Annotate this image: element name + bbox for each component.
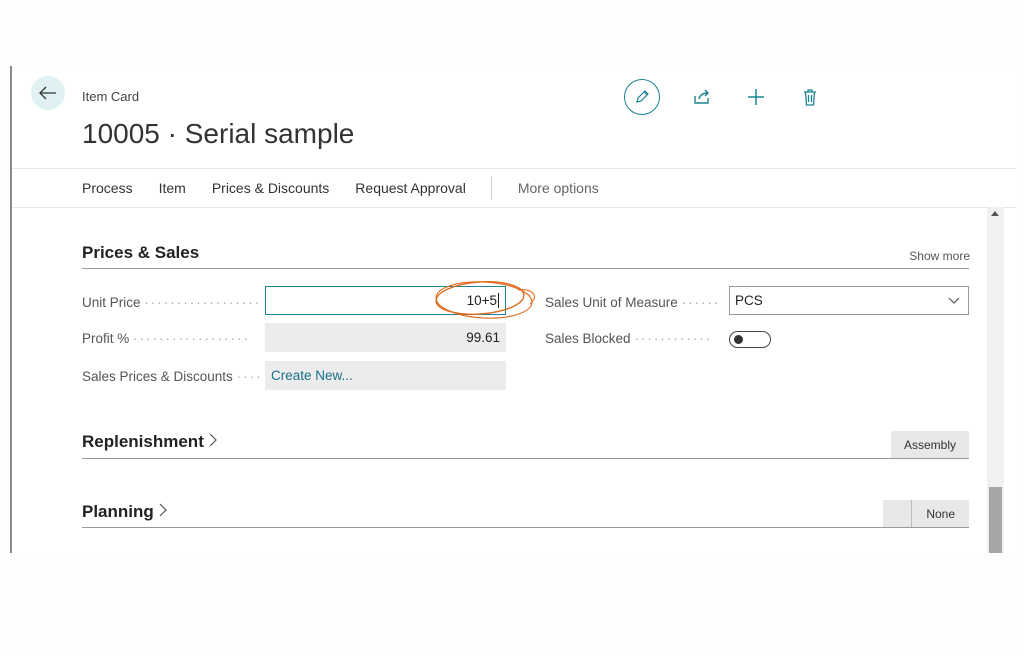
page-caption: Item Card (82, 89, 140, 104)
edit-button[interactable] (624, 79, 660, 115)
unit-price-label: Unit Price ·················· (82, 295, 260, 310)
action-toolbar: Process Item Prices & Discounts Request … (12, 168, 1016, 208)
profit-label: Profit % ·················· (82, 331, 250, 346)
replenishment-summary[interactable]: Assembly (891, 431, 969, 458)
profit-value: 99.61 (466, 330, 500, 345)
toggle-knob (734, 335, 743, 344)
section-title-prices-sales[interactable]: Prices & Sales (82, 243, 199, 263)
item-card-page: Item Card 10005 · Serial sample Process (10, 66, 1016, 553)
section-divider (82, 527, 969, 528)
section-title-replenishment[interactable]: Replenishment (82, 432, 217, 452)
summary-divider (911, 500, 912, 527)
sales-uom-label: Sales Unit of Measure ······ (545, 295, 721, 310)
scrollbar-thumb[interactable] (989, 487, 1002, 553)
menu-item[interactable]: Item (146, 180, 199, 196)
scrollbar[interactable] (987, 207, 1004, 553)
planning-summary[interactable]: None (883, 500, 969, 527)
sales-blocked-toggle[interactable] (729, 331, 771, 348)
scroll-up-arrow-icon[interactable] (991, 211, 999, 216)
create-new-link[interactable]: Create New... (265, 361, 506, 390)
section-title-planning[interactable]: Planning (82, 502, 167, 522)
create-new-text: Create New... (271, 368, 353, 383)
sales-blocked-label: Sales Blocked ············ (545, 331, 713, 346)
pencil-icon (636, 90, 649, 103)
chevron-right-icon (209, 433, 217, 447)
page-title: 10005 · Serial sample (82, 118, 355, 149)
chevron-down-icon (948, 297, 960, 304)
section-divider (82, 458, 969, 459)
back-button[interactable] (31, 76, 65, 110)
new-button[interactable] (744, 85, 768, 109)
share-button[interactable] (690, 85, 714, 109)
chevron-right-icon (159, 503, 167, 517)
planning-value: None (926, 506, 955, 521)
menu-request-approval[interactable]: Request Approval (342, 180, 479, 196)
sales-uom-value: PCS (735, 293, 763, 308)
plus-icon (748, 89, 764, 105)
profit-field: 99.61 (265, 323, 506, 352)
section-divider (82, 268, 969, 269)
sales-uom-select[interactable]: PCS (729, 286, 969, 315)
sales-prices-discounts-label: Sales Prices & Discounts ···· (82, 369, 260, 384)
arrow-left-icon (39, 86, 56, 100)
action-bar (624, 78, 822, 116)
more-options-button[interactable]: More options (504, 180, 612, 196)
share-icon (694, 89, 709, 104)
menu-process[interactable]: Process (12, 180, 146, 196)
annotation-circle (435, 281, 535, 319)
menu-prices-discounts[interactable]: Prices & Discounts (199, 180, 342, 196)
show-more-link[interactable]: Show more (909, 249, 970, 263)
toolbar-divider (490, 176, 492, 200)
delete-button[interactable] (798, 85, 822, 109)
trash-icon (804, 88, 816, 106)
